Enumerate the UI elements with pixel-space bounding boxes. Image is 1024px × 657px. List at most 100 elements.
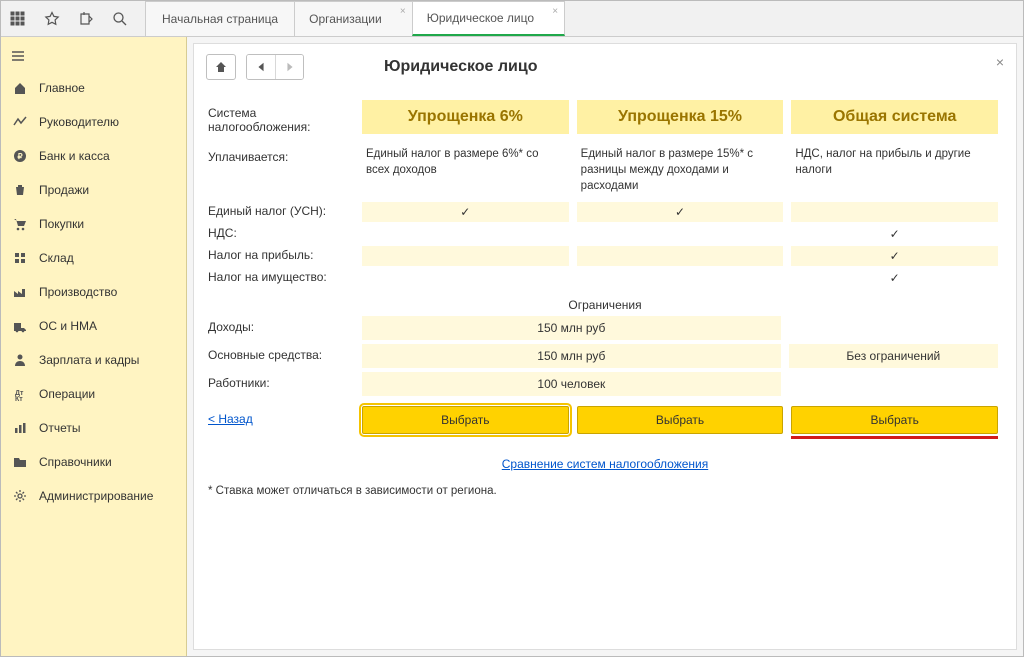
compare-link[interactable]: Сравнение систем налогообложения bbox=[502, 457, 708, 471]
limit-row-income: Доходы: 150 млн руб bbox=[208, 316, 1002, 340]
ruble-icon: ₽ bbox=[11, 149, 29, 163]
operations-icon: ДтКт bbox=[11, 387, 29, 401]
sidebar-item-catalogs[interactable]: Справочники bbox=[1, 445, 186, 479]
nav-forward-button[interactable] bbox=[275, 55, 303, 79]
tax-cell bbox=[791, 224, 998, 244]
tab-home[interactable]: Начальная страница bbox=[145, 1, 295, 36]
page-title: Юридическое лицо bbox=[384, 58, 538, 76]
sidebar-item-bank[interactable]: ₽ Банк и касса bbox=[1, 139, 186, 173]
svg-text:Кт: Кт bbox=[15, 396, 23, 401]
sidebar-item-reports[interactable]: Отчеты bbox=[1, 411, 186, 445]
sidebar-item-label: Продажи bbox=[39, 183, 89, 197]
limits-title: Ограничения bbox=[208, 298, 1002, 312]
select-plan-osno-button[interactable]: Выбрать bbox=[791, 406, 998, 434]
check-icon bbox=[460, 205, 470, 219]
tax-cell bbox=[791, 268, 998, 288]
tab-label: Юридическое лицо bbox=[427, 11, 534, 25]
tax-cell bbox=[362, 268, 569, 288]
plan-desc: Единый налог в размере 6%* со всех доход… bbox=[362, 144, 569, 180]
tax-label: Налог на прибыль: bbox=[208, 246, 358, 262]
check-icon bbox=[890, 271, 900, 285]
plan-header-usn15: Упрощенка 15% bbox=[577, 100, 784, 134]
main-header: Юридическое лицо bbox=[194, 44, 1016, 84]
close-icon[interactable]: × bbox=[552, 6, 558, 17]
sidebar-item-sales[interactable]: Продажи bbox=[1, 173, 186, 207]
svg-text:₽: ₽ bbox=[17, 152, 22, 161]
tax-system-label: Система налогообложения: bbox=[208, 100, 358, 134]
nav-home-button[interactable] bbox=[206, 54, 236, 80]
limit-value: Без ограничений bbox=[789, 344, 998, 368]
search-icon[interactable] bbox=[103, 1, 137, 36]
bars-icon bbox=[11, 421, 29, 435]
history-icon[interactable] bbox=[69, 1, 103, 36]
sidebar-item-production[interactable]: Производство bbox=[1, 275, 186, 309]
nav-back-button[interactable] bbox=[247, 55, 275, 79]
nav-history-group bbox=[246, 54, 304, 80]
person-icon bbox=[11, 353, 29, 367]
sidebar-item-assets[interactable]: ОС и НМА bbox=[1, 309, 186, 343]
tax-cell bbox=[362, 202, 569, 222]
main-panel: × Юридическое лицо Сист bbox=[193, 43, 1017, 650]
tab-label: Начальная страница bbox=[162, 12, 278, 26]
sidebar-item-label: Администрирование bbox=[39, 489, 153, 503]
check-icon bbox=[890, 227, 900, 241]
back-link[interactable]: < Назад bbox=[208, 406, 358, 434]
select-plan-usn6-button[interactable]: Выбрать bbox=[362, 406, 569, 434]
tax-row-profit: Налог на прибыль: bbox=[208, 246, 1002, 266]
chart-icon bbox=[11, 115, 29, 129]
tax-cell bbox=[791, 246, 998, 266]
tab-label: Организации bbox=[309, 12, 382, 26]
tax-cell bbox=[362, 246, 569, 266]
sidebar-item-label: Банк и касса bbox=[39, 149, 110, 163]
sidebar-item-manager[interactable]: Руководителю bbox=[1, 105, 186, 139]
select-plan-usn15-button[interactable]: Выбрать bbox=[577, 406, 784, 434]
sidebar-item-label: Руководителю bbox=[39, 115, 119, 129]
limit-row-staff: Работники: 100 человек bbox=[208, 372, 1002, 396]
limit-cell-empty bbox=[789, 372, 998, 396]
sidebar-item-label: Покупки bbox=[39, 217, 84, 231]
sidebar-item-label: Зарплата и кадры bbox=[39, 353, 139, 367]
limit-row-assets: Основные средства: 150 млн руб Без огран… bbox=[208, 344, 1002, 368]
tax-cell bbox=[577, 268, 784, 288]
tax-cell bbox=[577, 246, 784, 266]
highlight-underline bbox=[791, 436, 998, 439]
truck-icon bbox=[11, 319, 29, 333]
limit-label: Доходы: bbox=[208, 316, 358, 340]
underline-row bbox=[208, 434, 1002, 439]
menu-toggle-icon[interactable] bbox=[1, 41, 35, 71]
factory-icon bbox=[11, 285, 29, 299]
sidebar-item-label: Главное bbox=[39, 81, 85, 95]
tax-label: НДС: bbox=[208, 224, 358, 240]
sidebar-item-admin[interactable]: Администрирование bbox=[1, 479, 186, 513]
gear-icon bbox=[11, 489, 29, 503]
tax-system-row: Система налогообложения: Упрощенка 6% Уп… bbox=[208, 100, 1002, 134]
sidebar-item-warehouse[interactable]: Склад bbox=[1, 241, 186, 275]
apps-icon[interactable] bbox=[1, 1, 35, 36]
paid-row: Уплачивается: Единый налог в размере 6%*… bbox=[208, 144, 1002, 196]
close-icon[interactable]: × bbox=[400, 6, 406, 17]
plan-desc: НДС, налог на прибыль и другие налоги bbox=[791, 144, 998, 180]
tax-row-property: Налог на имущество: bbox=[208, 268, 1002, 288]
close-icon[interactable]: × bbox=[996, 54, 1004, 70]
limit-value: 150 млн руб bbox=[362, 344, 781, 368]
tax-cell bbox=[577, 224, 784, 244]
sidebar-item-main[interactable]: Главное bbox=[1, 71, 186, 105]
limit-value: 150 млн руб bbox=[362, 316, 781, 340]
cart-icon bbox=[11, 217, 29, 231]
sidebar-item-label: ОС и НМА bbox=[39, 319, 97, 333]
tab-organizations[interactable]: Организации × bbox=[294, 1, 413, 36]
plan-desc: Единый налог в размере 15%* с разницы ме… bbox=[577, 144, 784, 196]
sidebar-item-operations[interactable]: ДтКт Операции bbox=[1, 377, 186, 411]
bag-icon bbox=[11, 183, 29, 197]
paid-label: Уплачивается: bbox=[208, 144, 358, 164]
tab-legal-entity[interactable]: Юридическое лицо × bbox=[412, 1, 565, 36]
tax-cell bbox=[577, 202, 784, 222]
boxes-icon bbox=[11, 251, 29, 265]
star-icon[interactable] bbox=[35, 1, 69, 36]
tax-label: Налог на имущество: bbox=[208, 268, 358, 284]
body: Главное Руководителю ₽ Банк и касса Прод… bbox=[1, 37, 1023, 656]
sidebar-item-purchases[interactable]: Покупки bbox=[1, 207, 186, 241]
sidebar-item-label: Производство bbox=[39, 285, 117, 299]
tabs: Начальная страница Организации × Юридиче… bbox=[145, 1, 564, 36]
sidebar-item-payroll[interactable]: Зарплата и кадры bbox=[1, 343, 186, 377]
